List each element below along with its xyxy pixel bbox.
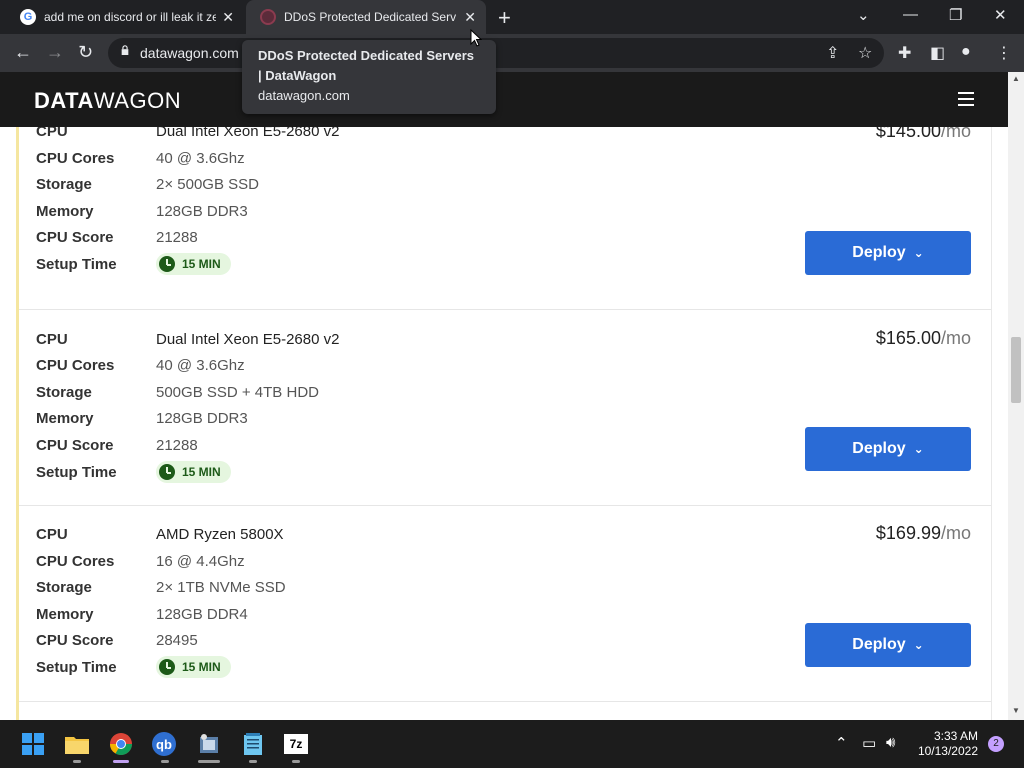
tab-discord-search[interactable]: G add me on discord or ill leak it ze ✕: [8, 0, 244, 34]
windows-taskbar: qb 7z ⌃ ▭ 🔊︎ 3:33 AM 10/13/2022 2: [0, 720, 1024, 768]
tab-datawagon[interactable]: DDoS Protected Dedicated Serve ✕: [246, 0, 486, 34]
new-tab-icon[interactable]: +: [498, 5, 511, 31]
server-card: CPU Dual Intel Xeon E5-2680 v2 CPU Cores 4…: [19, 127, 991, 310]
tab-search-icon[interactable]: ⌄: [857, 6, 870, 24]
deploy-button[interactable]: Deploy ⌄: [805, 623, 971, 667]
network-icon[interactable]: ▭: [862, 734, 876, 752]
spec-row-cores: CPU Cores 16 @ 4.4Ghz: [36, 552, 245, 570]
hover-card-title: DDoS Protected Dedicated Servers | DataW…: [258, 48, 475, 83]
spec-row-cores: CPU Cores 40 @ 3.6Ghz: [36, 149, 245, 167]
hover-card-domain: datawagon.com: [258, 88, 350, 103]
profile-icon[interactable]: ●: [961, 43, 971, 61]
scroll-down-arrow-icon[interactable]: ▼: [1012, 706, 1020, 715]
spec-row-memory: Memory 128GB DDR3: [36, 409, 248, 427]
7zip-icon[interactable]: 7z: [284, 734, 308, 754]
spec-row-cpu: CPU AMD Ryzen 5800X: [36, 525, 284, 543]
chevron-down-icon: ⌄: [913, 442, 924, 456]
spec-row-setup: Setup Time 15 MIN: [36, 251, 231, 277]
price: $165.00/mo: [875, 328, 971, 348]
file-explorer-icon[interactable]: [64, 732, 90, 756]
active-indicator: [113, 760, 129, 763]
clock-icon: [159, 464, 175, 480]
notepad-icon[interactable]: [240, 732, 266, 756]
page-scrollbar[interactable]: ▲ ▼: [1008, 72, 1024, 720]
tab-hover-card: DDoS Protected Dedicated Servers | DataW…: [242, 40, 496, 114]
card-border: [991, 127, 992, 720]
running-indicator: [73, 760, 81, 763]
scrollbar-thumb[interactable]: [1011, 337, 1021, 403]
address-bar[interactable]: datawagon.com: [108, 38, 884, 68]
tab-title: add me on discord or ill leak it ze: [44, 10, 216, 24]
running-indicator: [198, 760, 220, 763]
forward-icon[interactable]: →: [46, 42, 64, 63]
back-icon[interactable]: ←: [14, 42, 32, 63]
bookmark-star-icon[interactable]: ☆: [858, 43, 872, 63]
notification-badge[interactable]: 2: [988, 736, 1004, 752]
side-panel-icon[interactable]: ◧: [930, 43, 945, 63]
deploy-button[interactable]: Deploy ⌄: [805, 427, 971, 471]
spec-row-memory: Memory 128GB DDR4: [36, 605, 248, 623]
server-card: CPU AMD Ryzen 5800X CPU Cores 16 @ 4.4Ghz …: [19, 506, 991, 702]
menu-kebab-icon[interactable]: ⋮: [996, 43, 1012, 63]
server-list: CPU Dual Intel Xeon E5-2680 v2 CPU Cores 4…: [0, 127, 1008, 720]
browser-toolbar: ← → ↻ datawagon.com ⇪ ☆ ✚ ◧ ● ⋮: [0, 34, 1024, 72]
datawagon-favicon-icon: [260, 9, 276, 25]
chevron-down-icon: ⌄: [913, 246, 924, 260]
minimize-icon[interactable]: —: [903, 6, 918, 23]
spec-row-storage: Storage 2× 500GB SSD: [36, 175, 259, 193]
spec-row-score: CPU Score 21288: [36, 228, 198, 246]
qbittorrent-icon[interactable]: qb: [152, 732, 176, 756]
spec-row-setup: Setup Time 15 MIN: [36, 459, 231, 485]
running-indicator: [249, 760, 257, 763]
tab-title: DDoS Protected Dedicated Serve: [284, 10, 456, 24]
close-tab-icon[interactable]: ✕: [464, 9, 476, 26]
spec-row-storage: Storage 500GB SSD + 4TB HDD: [36, 383, 319, 401]
close-tab-icon[interactable]: ✕: [222, 9, 234, 26]
spec-row-cpu: CPU Dual Intel Xeon E5-2680 v2: [36, 330, 340, 348]
mouse-cursor-icon: [470, 29, 482, 47]
browser-tab-strip: G add me on discord or ill leak it ze ✕ …: [0, 0, 1024, 34]
app-icon[interactable]: [196, 732, 222, 756]
system-clock[interactable]: 3:33 AM 10/13/2022: [916, 729, 978, 759]
setup-time-badge: 15 MIN: [156, 253, 231, 275]
spec-row-cpu: CPU Dual Intel Xeon E5-2680 v2: [36, 127, 340, 140]
url-text: datawagon.com: [140, 45, 239, 61]
server-card: CPU Dual Intel Xeon E5-2680 v2 CPU Cores 4…: [19, 310, 991, 506]
spec-row-score: CPU Score 28495: [36, 631, 198, 649]
reload-icon[interactable]: ↻: [78, 42, 93, 63]
clock-icon: [159, 659, 175, 675]
spec-row-storage: Storage 2× 1TB NVMe SSD: [36, 578, 286, 596]
google-icon: G: [20, 9, 36, 25]
running-indicator: [292, 760, 300, 763]
clock-icon: [159, 256, 175, 272]
setup-time-badge: 15 MIN: [156, 656, 231, 678]
running-indicator: [161, 760, 169, 763]
chrome-icon[interactable]: [108, 732, 134, 756]
restore-icon[interactable]: ❐: [949, 6, 962, 24]
close-window-icon[interactable]: ✕: [994, 6, 1007, 24]
start-icon[interactable]: [20, 732, 46, 756]
spec-row-score: CPU Score 21288: [36, 436, 198, 454]
deploy-button[interactable]: Deploy ⌄: [805, 231, 971, 275]
chevron-down-icon: ⌄: [913, 638, 924, 652]
setup-time-badge: 15 MIN: [156, 461, 231, 483]
share-icon[interactable]: ⇪: [826, 43, 839, 63]
extensions-icon[interactable]: ✚: [898, 43, 911, 63]
spec-row-memory: Memory 128GB DDR3: [36, 202, 248, 220]
lock-icon: [121, 45, 129, 55]
chevron-up-icon[interactable]: ⌃: [835, 734, 848, 752]
price: $169.99/mo: [875, 523, 971, 543]
scroll-up-arrow-icon[interactable]: ▲: [1012, 74, 1020, 83]
spec-row-cores: CPU Cores 40 @ 3.6Ghz: [36, 356, 245, 374]
datawagon-logo[interactable]: DATAWAGON: [34, 88, 181, 114]
price: $145.00/mo: [875, 127, 971, 141]
site-header: DATAWAGON: [0, 72, 1008, 127]
hamburger-menu-icon[interactable]: [958, 92, 974, 110]
volume-icon[interactable]: 🔊︎: [886, 734, 895, 751]
spec-row-setup: Setup Time 15 MIN: [36, 654, 231, 680]
